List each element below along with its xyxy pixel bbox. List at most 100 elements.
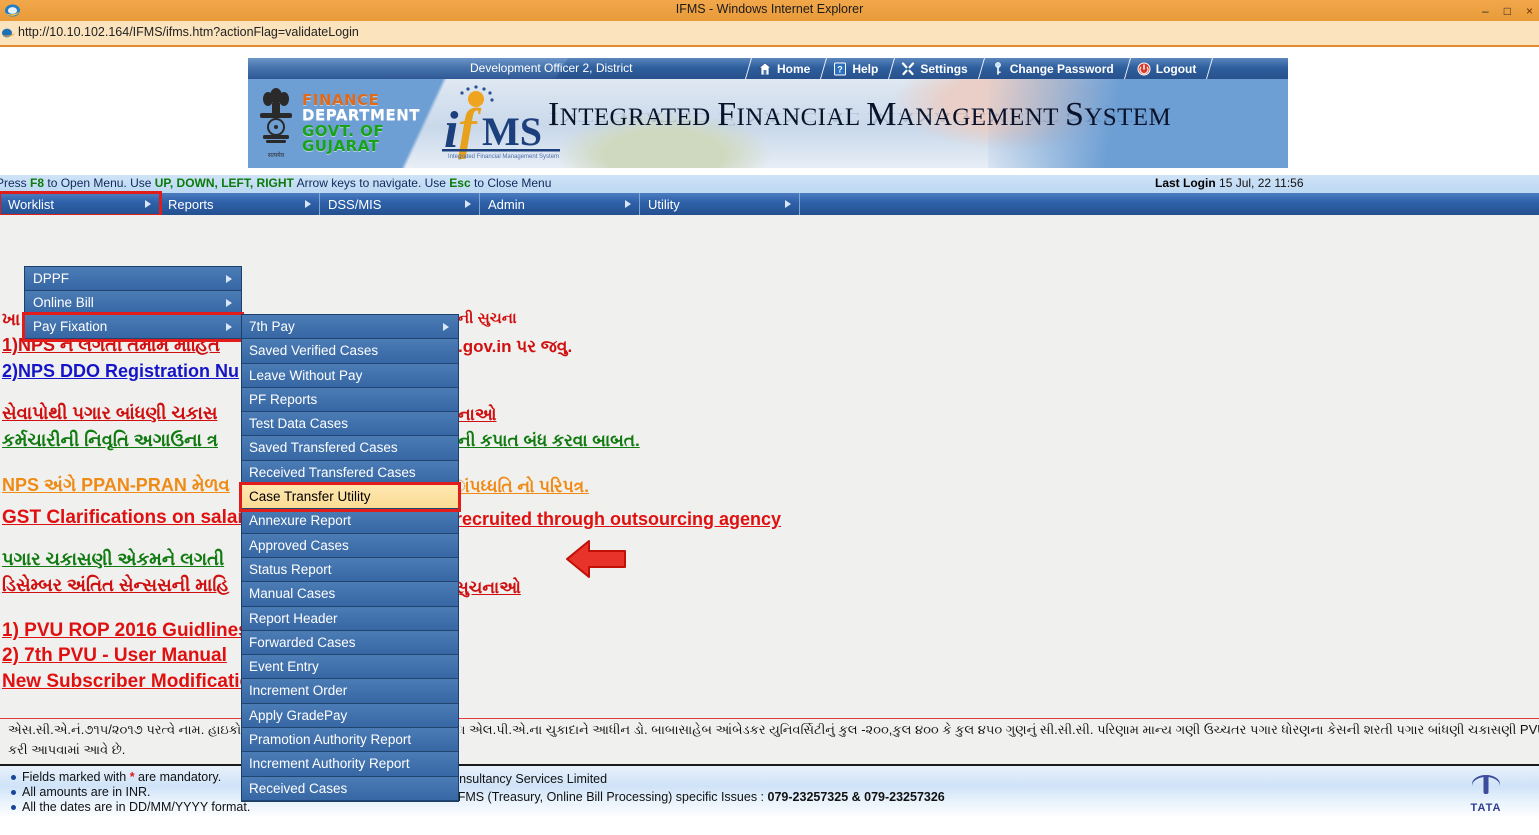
keyboard-instruction-text: Press F8 to Open Menu. Use UP, DOWN, LEF… [0, 176, 551, 190]
nav-help[interactable]: ? Help [824, 58, 891, 79]
announcement-link[interactable]: સુચનાઓ [455, 578, 521, 598]
pay-fixation-menu-item[interactable]: Annexure Report [242, 509, 458, 534]
menu-bar-filler [800, 193, 1539, 215]
pay-fixation-menu-item[interactable]: Status Report [242, 557, 458, 583]
announcement-link[interactable]: ની કપાત બંધ કરવા બાબત. [458, 431, 640, 451]
nav-change-password[interactable]: Change Password [982, 58, 1127, 79]
worklist-menu-item-label: Pay Fixation [33, 319, 108, 334]
pay-fixation-menu-item[interactable]: 7th Pay [242, 315, 458, 340]
pay-fixation-menu-item[interactable]: Case Transfer Utility [239, 482, 461, 513]
nav-logout[interactable]: Logout [1128, 58, 1210, 79]
worklist-menu-item[interactable]: Online Bill [25, 291, 241, 315]
svg-text:MS: MS [482, 109, 542, 154]
worklist-menu-item[interactable]: Pay Fixation [22, 312, 244, 342]
pay-fixation-menu-item-label: Received Transfered Cases [249, 464, 416, 480]
bottom-paragraph: એસ.સી.એ.નં.૭૧૫/૨૦૧૭ પરત્વે નામ. હાઇકોર્ટ… [0, 718, 1539, 764]
maximize-button[interactable]: □ [1504, 5, 1511, 17]
announcement-link[interactable]: 1) PVU ROP 2016 Guidlines [2, 620, 249, 642]
pay-fixation-menu-item[interactable]: Increment Order [242, 679, 458, 704]
header-right-gutter [1288, 58, 1539, 168]
india-emblem-icon: सत्यमेव [254, 87, 298, 161]
nav-home[interactable]: Home [749, 58, 823, 79]
announcement-link[interactable]: ાંપધ્ધતિ નો પરિપત્ર. [452, 477, 589, 497]
address-bar[interactable]: http://10.10.102.164/IFMS/ifms.htm?actio… [0, 21, 1539, 47]
footer-bullet-3: All the dates are in DD/MM/YYYY format. [8, 800, 250, 814]
menu-admin[interactable]: Admin [480, 193, 640, 215]
footer-bullet-1: Fields marked with * are mandatory. [8, 770, 250, 784]
minimize-button[interactable]: – [1482, 5, 1489, 17]
pay-fixation-menu-item[interactable]: Event Entry [242, 655, 458, 680]
pay-fixation-submenu: 7th Pay Saved Verified Cases Leave Without… [239, 314, 461, 802]
pay-fixation-menu-item-label: Test Data Cases [249, 416, 349, 432]
announcement-link[interactable]: recruited through outsourcing agency [455, 509, 781, 530]
instr-key-f8: F8 [30, 176, 45, 190]
menu-worklist-label: Worklist [8, 196, 54, 212]
pay-fixation-menu-item-label: Forwarded Cases [249, 634, 356, 650]
pay-fixation-menu-item-label: Received Cases [249, 780, 348, 796]
last-login: Last Login 15 Jul, 22 11:56 [1155, 176, 1304, 190]
left-pointing-arrow-icon [565, 537, 627, 581]
pay-fixation-menu-item[interactable]: Forwarded Cases [242, 630, 458, 656]
pay-fixation-menu-item[interactable]: Received Cases [242, 776, 458, 801]
pay-fixation-menu-item-label: Saved Transfered Cases [249, 440, 398, 456]
worklist-dropdown-menu: DPPF Online Bill Pay Fixation [22, 266, 244, 342]
pay-fixation-menu-item[interactable]: Saved Verified Cases [242, 339, 458, 364]
pay-fixation-menu-item-label: Approved Cases [249, 537, 349, 553]
pay-fixation-menu-item[interactable]: Manual Cases [242, 582, 458, 607]
announcement-link[interactable]: કર્મચારીની નિવૃતિ અગાઉના ત્ર [2, 430, 218, 451]
pay-fixation-menu-item[interactable]: Test Data Cases [242, 412, 458, 437]
address-url-text[interactable]: http://10.10.102.164/IFMS/ifms.htm?actio… [18, 25, 359, 39]
announcement-link[interactable]: New Subscriber Modificatio [2, 671, 251, 693]
site-header: Development Officer 2, District Home ? H… [248, 58, 1288, 168]
announcement-link[interactable]: પગાર ચકાસણી એકમને લગતી [2, 549, 224, 570]
pay-fixation-menu-item[interactable]: Report Header [242, 606, 458, 631]
emblem-line-4: GUJARAT [302, 136, 380, 155]
announcement-link[interactable]: સેવાપોથી પગાર બાંધણી ચકાસ [2, 403, 218, 424]
announcement-link[interactable]: ખા [2, 310, 20, 330]
announcement-link[interactable]: નાઓ [458, 405, 496, 425]
pay-fixation-menu-item[interactable]: PF Reports [242, 387, 458, 413]
announcement-link[interactable]: .gov.in પર જવુ. [458, 337, 572, 357]
worklist-menu-item[interactable]: DPPF [25, 267, 241, 291]
pay-fixation-menu-item[interactable]: Saved Transfered Cases [242, 436, 458, 461]
bottom-paragraph-line1-right: ા એલ.પી.એ.ના ચુકાદાને આધીન ડો. બાબાસાહેબ… [452, 722, 1539, 737]
menu-reports-label: Reports [168, 196, 214, 212]
tata-mark-icon [1472, 775, 1500, 794]
last-login-value: 15 Jul, 22 11:56 [1219, 176, 1304, 190]
announcement-link[interactable]: 2)NPS DDO Registration Nu [2, 361, 239, 382]
announcement-link[interactable]: 2) 7th PVU - User Manual [2, 645, 227, 667]
pay-fixation-menu-item[interactable]: Leave Without Pay [242, 363, 458, 388]
user-strip: Development Officer 2, District Home ? H… [248, 58, 1288, 79]
announcement-link[interactable]: NPS અંગે PPAN-PRAN મેળવ [2, 475, 230, 496]
menu-reports[interactable]: Reports [160, 193, 320, 215]
pay-fixation-menu-item[interactable]: Pramotion Authority Report [242, 728, 458, 753]
menu-admin-label: Admin [488, 196, 525, 212]
announcement-link[interactable]: GST Clarifications on salar [2, 507, 245, 529]
menu-worklist[interactable]: Worklist [0, 191, 162, 217]
nav-help-label: Help [852, 61, 879, 76]
header-left-gutter [0, 58, 248, 168]
pay-fixation-menu-item-label: PF Reports [249, 391, 318, 407]
pay-fixation-menu-item[interactable]: Approved Cases [242, 533, 458, 558]
bottom-paragraph-line1-left: એસ.સી.એ.નં.૭૧૫/૨૦૧૭ પરત્વે નામ. હાઇકોર્ટ… [8, 722, 267, 737]
menu-utility[interactable]: Utility [640, 193, 800, 215]
worklist-menu-item-label: Online Bill [33, 295, 94, 310]
page-bottom-space [0, 817, 1539, 835]
pay-fixation-menu-item[interactable]: Received Transfered Cases [242, 460, 458, 486]
announcement-link[interactable]: ડિસેમ્બર અંતિત સેન્સસની માહિ [2, 575, 229, 596]
announcement-link[interactable]: ની સુચના [458, 310, 517, 327]
pay-fixation-menu-item-label: Apply GradePay [249, 707, 348, 723]
pay-fixation-menu-item[interactable]: Increment Authority Report [242, 752, 458, 777]
chevron-right-icon [443, 323, 449, 331]
pay-fixation-menu-item-label: Case Transfer Utility [249, 489, 371, 505]
pay-fixation-menu-item[interactable]: Apply GradePay [242, 703, 458, 729]
menu-dss-mis[interactable]: DSS/MIS [320, 193, 480, 215]
nav-settings[interactable]: Settings [892, 58, 980, 79]
last-login-label: Last Login [1155, 176, 1216, 190]
close-button[interactable]: × [1526, 5, 1533, 17]
window-title-bar: IFMS - Windows Internet Explorer – □ × [0, 0, 1539, 22]
gujarat-finance-dept-logo: सत्यमेव FINANCE DEPARTMENT GOVT. OF GUJA… [250, 81, 420, 166]
nav-logout-label: Logout [1155, 61, 1197, 76]
finance-dept-wordmark: FINANCE DEPARTMENT GOVT. OF GUJARAT [302, 92, 420, 155]
footer-company: A Consultancy Services Limited [432, 772, 608, 786]
